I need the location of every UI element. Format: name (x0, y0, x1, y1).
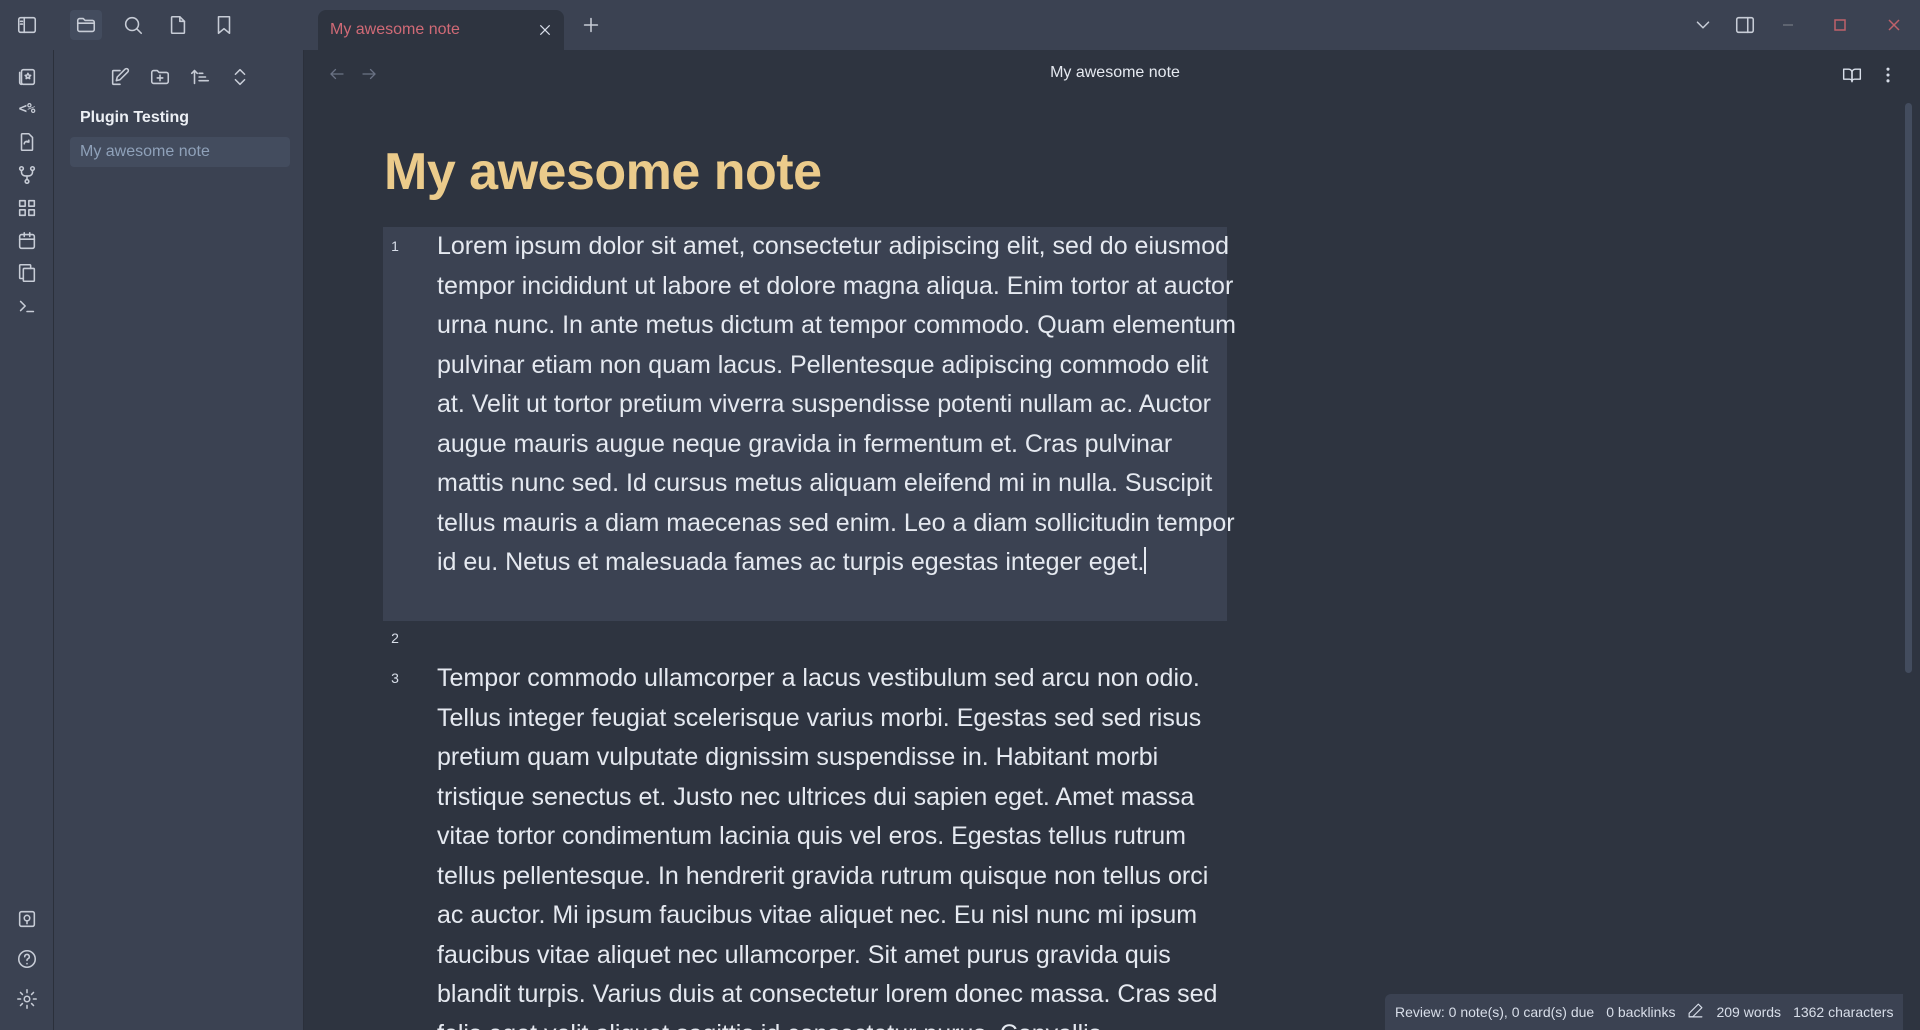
line-number: 2 (391, 630, 399, 646)
expand-collapse-icon[interactable] (224, 62, 256, 92)
line-number: 3 (391, 670, 399, 686)
file-item-my-awesome-note[interactable]: My awesome note (70, 137, 290, 167)
line-number: 1 (391, 238, 399, 254)
tab-my-awesome-note[interactable]: My awesome note (318, 10, 564, 50)
templater-label: <% (18, 101, 36, 117)
tab-list-chevron-down-icon[interactable] (1687, 10, 1719, 40)
character-count: 1362 characters (1793, 1004, 1894, 1020)
editor-pane: My awesome note My awesome note 1 Lorem … (305, 50, 1920, 1030)
help-icon[interactable] (12, 944, 42, 974)
canvas-grid-icon[interactable] (12, 193, 42, 223)
paragraph-text: Lorem ipsum dolor sit amet, consectetur … (437, 232, 1236, 576)
title-bar: My awesome note (0, 0, 1920, 50)
files-folder-icon[interactable] (70, 10, 102, 40)
reading-view-book-icon[interactable] (1837, 61, 1867, 89)
settings-gear-icon[interactable] (12, 984, 42, 1014)
editor-line-paragraph[interactable]: Lorem ipsum dolor sit amet, consectetur … (437, 227, 1237, 583)
flashcards-deck-icon[interactable] (12, 62, 42, 92)
review-status[interactable]: Review: 0 note(s), 0 card(s) due (1395, 1004, 1594, 1020)
close-tab-icon[interactable] (532, 17, 558, 43)
document-icon[interactable] (162, 10, 194, 40)
view-header-title[interactable]: My awesome note (305, 64, 1920, 82)
backlinks-count[interactable]: 0 backlinks (1606, 1004, 1675, 1020)
editor-line-paragraph[interactable]: Tempor commodo ullamcorper a lacus vesti… (437, 659, 1237, 1030)
sort-order-icon[interactable] (184, 62, 216, 92)
search-icon[interactable] (117, 10, 149, 40)
calendar-icon[interactable] (12, 226, 42, 256)
terminal-icon[interactable] (12, 291, 42, 321)
more-options-icon[interactable] (1873, 61, 1903, 89)
word-count: 209 words (1716, 1004, 1782, 1020)
templater-icon[interactable]: <% (12, 94, 42, 124)
app-window: My awesome note <% Plugin Testing My awe… (0, 0, 1920, 1030)
tab-title: My awesome note (330, 21, 460, 38)
vault-switcher-icon[interactable] (12, 904, 42, 934)
toggle-right-sidebar-icon[interactable] (1729, 10, 1761, 40)
toggle-sidebar-icon[interactable] (11, 10, 43, 40)
new-note-icon[interactable] (104, 62, 136, 92)
close-window-icon[interactable] (1874, 10, 1914, 40)
text-cursor (1144, 547, 1146, 574)
ribbon: <% (0, 50, 54, 1030)
new-folder-icon[interactable] (144, 62, 176, 92)
editor-scrollbar[interactable] (1905, 103, 1912, 673)
maximize-icon[interactable] (1820, 10, 1860, 40)
file-explorer: Plugin Testing My awesome note (54, 50, 304, 1030)
editor-line-empty[interactable] (437, 621, 1237, 660)
vault-name[interactable]: Plugin Testing (80, 109, 189, 127)
status-bar: Review: 0 note(s), 0 card(s) due 0 backl… (1385, 994, 1904, 1030)
graph-view-icon[interactable] (12, 160, 42, 190)
note-title[interactable]: My awesome note (384, 142, 822, 202)
editing-mode-pencil-icon[interactable] (1687, 1002, 1704, 1022)
copy-files-icon[interactable] (12, 258, 42, 288)
bookmark-icon[interactable] (208, 10, 240, 40)
minimize-icon[interactable] (1768, 10, 1808, 40)
new-tab-plus-icon[interactable] (575, 10, 607, 40)
active-line-gutter (383, 227, 407, 621)
file-sync-icon[interactable] (12, 127, 42, 157)
